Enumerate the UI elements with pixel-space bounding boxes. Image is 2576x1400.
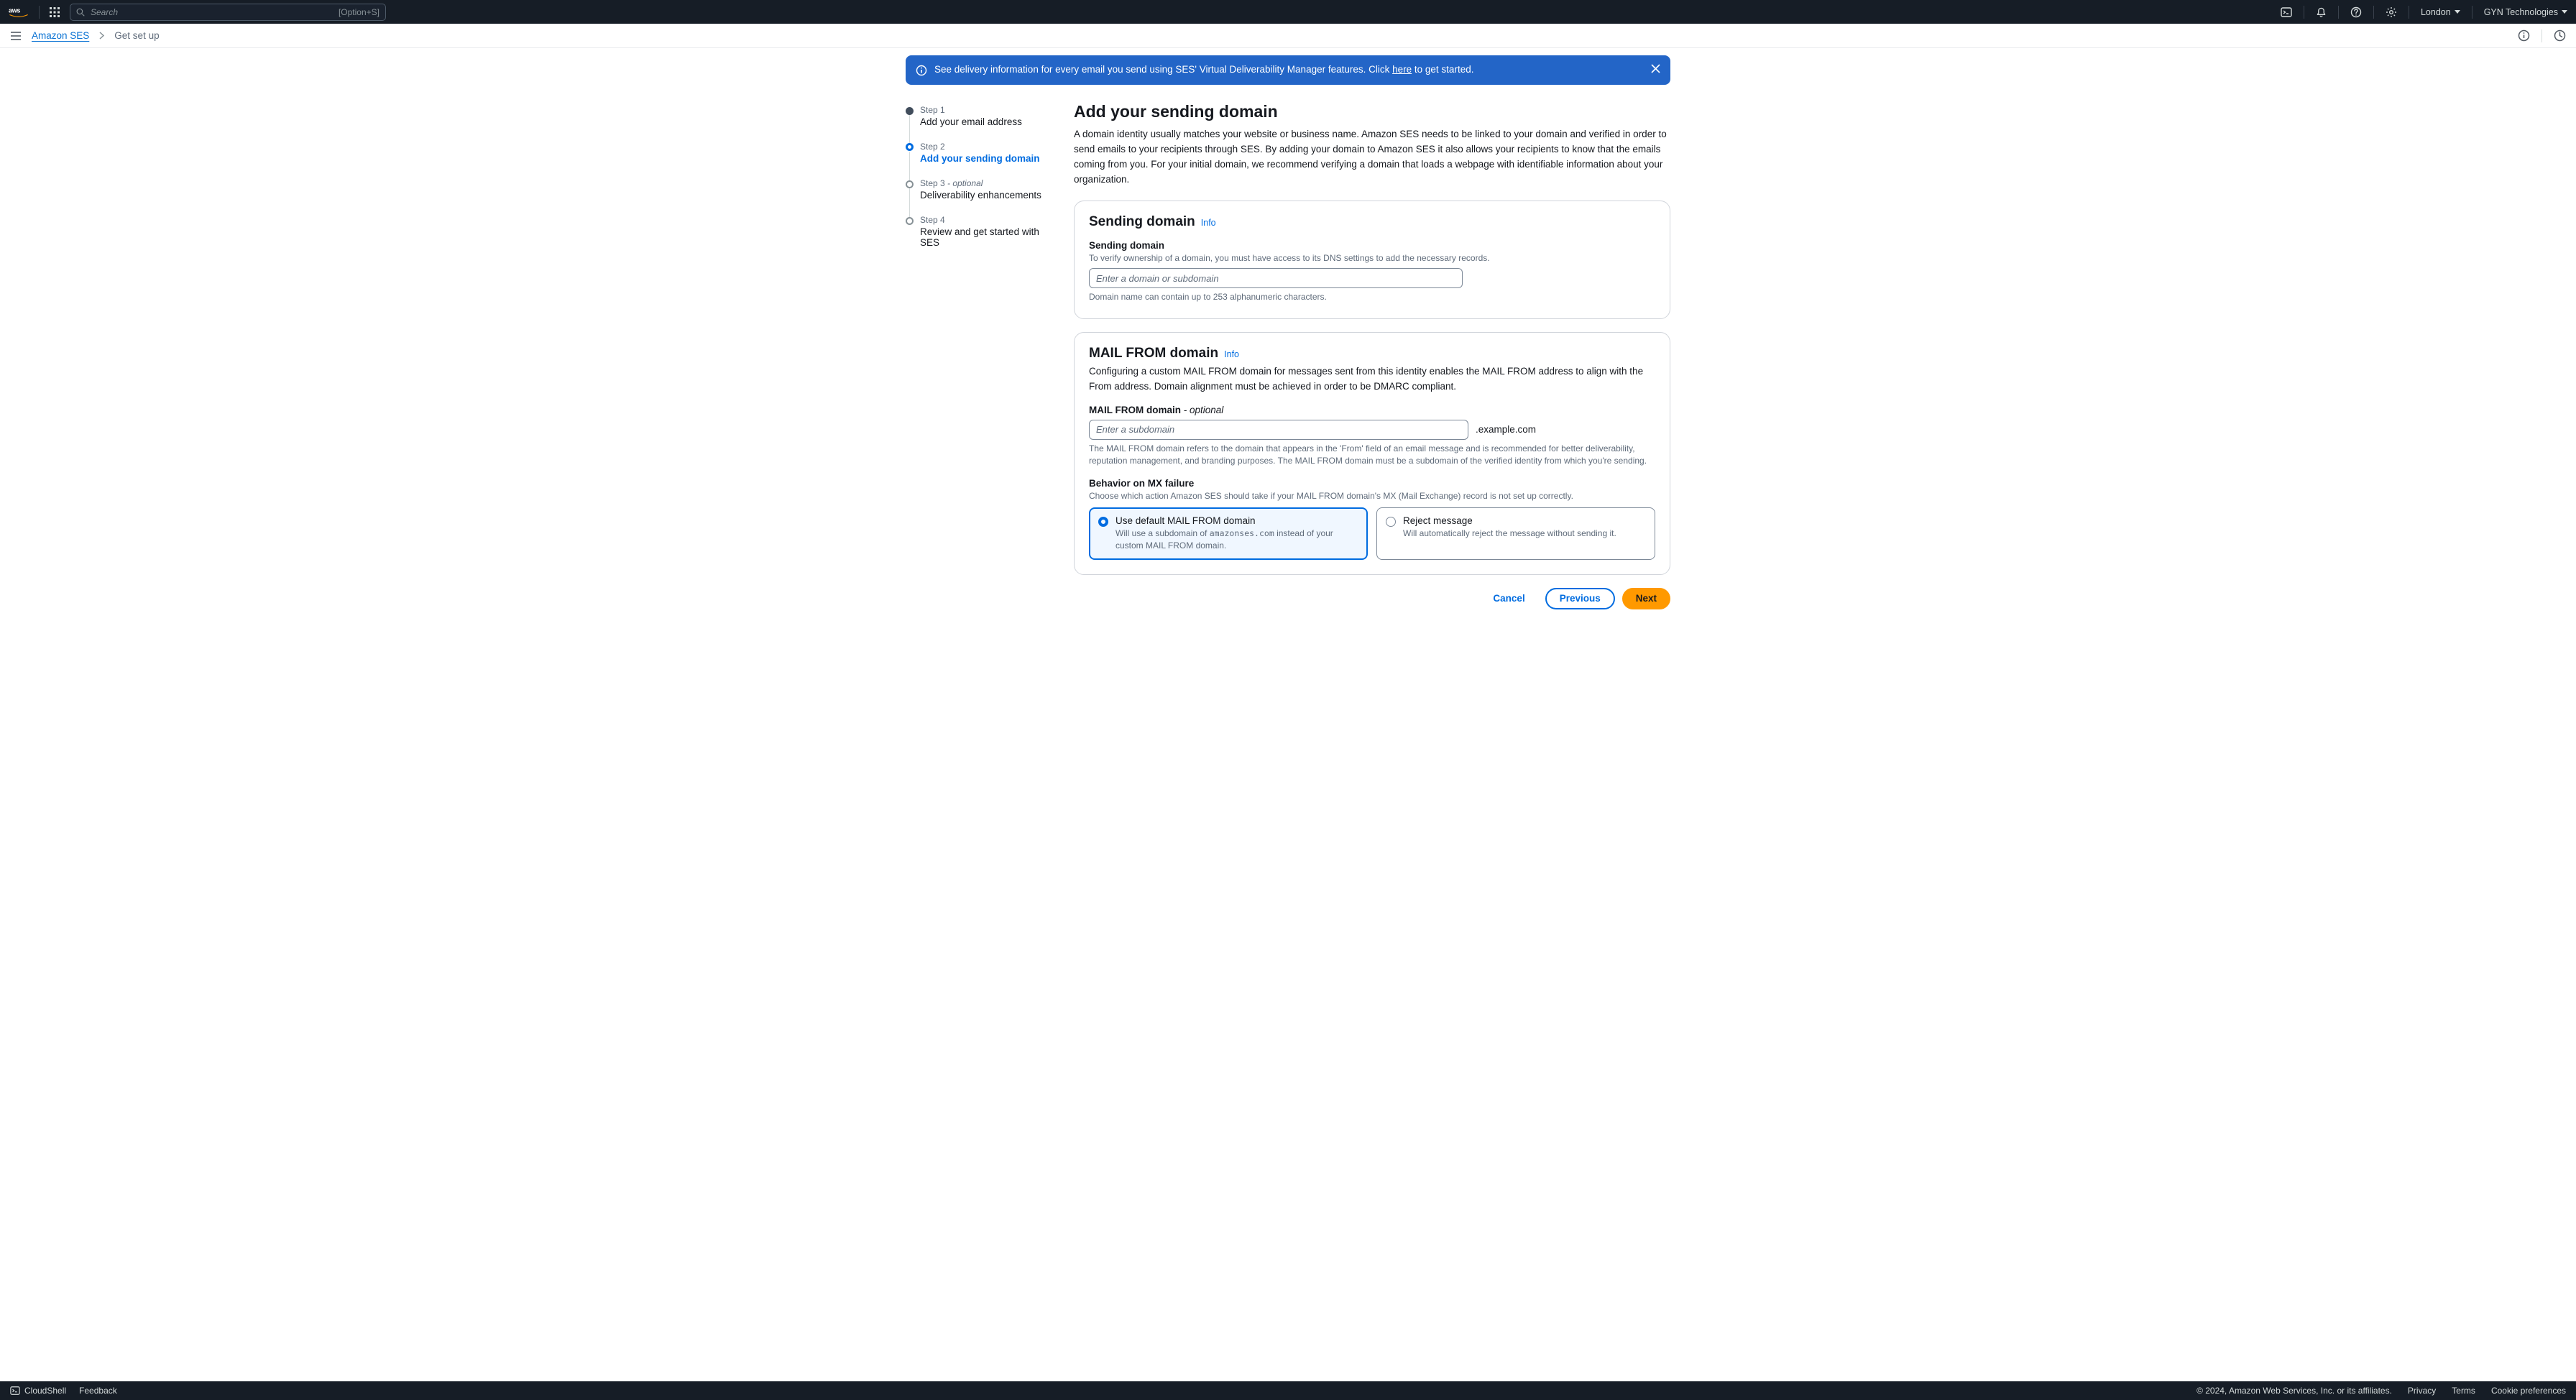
- global-search[interactable]: Search [Option+S]: [70, 4, 386, 21]
- radio-desc: Will use a subdomain of amazonses.com in…: [1116, 528, 1358, 552]
- page-title: Add your sending domain: [1074, 102, 1670, 121]
- sending-domain-input[interactable]: [1089, 268, 1463, 288]
- help-icon[interactable]: [2350, 6, 2362, 18]
- caret-down-icon: [2455, 10, 2460, 14]
- terms-link[interactable]: Terms: [2452, 1386, 2475, 1396]
- main-content: Add your sending domain A domain identit…: [1074, 102, 1670, 609]
- radio-title: Reject message: [1403, 515, 1616, 526]
- field-help: Domain name can contain up to 253 alphan…: [1089, 291, 1655, 303]
- notifications-icon[interactable]: [2316, 6, 2327, 18]
- breadcrumb-sep: [99, 32, 104, 40]
- info-panel-icon[interactable]: [2518, 29, 2530, 42]
- info-icon: [916, 65, 927, 76]
- services-grid-icon[interactable]: [50, 7, 60, 17]
- card-title: MAIL FROM domain: [1089, 346, 1218, 361]
- field-label: Sending domain: [1089, 240, 1655, 251]
- radio-desc: Will automatically reject the message wi…: [1403, 528, 1616, 540]
- mx-hint: Choose which action Amazon SES should ta…: [1089, 490, 1655, 502]
- banner-link[interactable]: here: [1392, 64, 1412, 75]
- cloudshell-link[interactable]: CloudShell: [10, 1386, 66, 1396]
- wizard-steps: Step 1 Add your email address Step 2 Add…: [906, 102, 1058, 609]
- step-1: Step 1 Add your email address: [906, 105, 1058, 142]
- step-4: Step 4 Review and get started with SES: [906, 215, 1058, 262]
- sending-domain-card: Sending domain Info Sending domain To ve…: [1074, 201, 1670, 319]
- banner-text: See delivery information for every email…: [934, 64, 1473, 75]
- region-selector[interactable]: London: [2421, 7, 2460, 17]
- privacy-link[interactable]: Privacy: [2408, 1386, 2436, 1396]
- copyright: © 2024, Amazon Web Services, Inc. or its…: [2196, 1386, 2392, 1396]
- account-label: GYN Technologies: [2484, 7, 2558, 17]
- search-placeholder: Search: [91, 7, 118, 17]
- step-title: Deliverability enhancements: [920, 190, 1058, 201]
- page: See delivery information for every email…: [0, 48, 2576, 645]
- hamburger-icon[interactable]: [10, 31, 22, 41]
- svg-text:aws: aws: [9, 6, 20, 14]
- previous-button[interactable]: Previous: [1545, 588, 1615, 609]
- top-nav: aws Search [Option+S] London GYN Technol…: [0, 0, 2576, 24]
- step-label: Step 4: [920, 215, 1058, 225]
- radio-title: Use default MAIL FROM domain: [1116, 515, 1358, 526]
- step-dot-pending: [906, 217, 914, 225]
- cloudshell-label: CloudShell: [24, 1386, 66, 1396]
- field-help: The MAIL FROM domain refers to the domai…: [1089, 443, 1655, 468]
- cookies-link[interactable]: Cookie preferences: [2491, 1386, 2566, 1396]
- search-shortcut: [Option+S]: [339, 7, 380, 17]
- cloudshell-icon[interactable]: [2281, 6, 2292, 18]
- breadcrumb-current: Get set up: [114, 30, 159, 41]
- divider: [39, 6, 40, 19]
- radio-icon: [1386, 517, 1396, 527]
- next-button[interactable]: Next: [1622, 588, 1670, 609]
- step-3: Step 3 - optional Deliverability enhance…: [906, 178, 1058, 215]
- step-label: Step 2: [920, 142, 1058, 152]
- step-dot-current: [906, 143, 914, 151]
- refresh-icon[interactable]: [2554, 29, 2566, 42]
- mx-label: Behavior on MX failure: [1089, 478, 1655, 489]
- mailfrom-input[interactable]: [1089, 420, 1468, 440]
- divider: [2338, 6, 2339, 19]
- breadcrumb-root[interactable]: Amazon SES: [32, 30, 89, 41]
- top-nav-right: London GYN Technologies: [2281, 6, 2567, 19]
- settings-icon[interactable]: [2386, 6, 2397, 18]
- radio-icon: [1098, 517, 1108, 527]
- field-label: MAIL FROM domain - optional: [1089, 405, 1655, 415]
- mailfrom-suffix: .example.com: [1476, 424, 1536, 435]
- breadcrumb-bar: Amazon SES Get set up: [0, 24, 2576, 48]
- info-link[interactable]: Info: [1201, 218, 1216, 228]
- caret-down-icon: [2562, 10, 2567, 14]
- footer: CloudShell Feedback © 2024, Amazon Web S…: [0, 1381, 2576, 1400]
- step-label: Step 1: [920, 105, 1058, 115]
- feedback-link[interactable]: Feedback: [79, 1386, 117, 1396]
- step-title: Add your sending domain: [920, 153, 1058, 164]
- mx-option-default[interactable]: Use default MAIL FROM domain Will use a …: [1089, 507, 1368, 560]
- divider: [2373, 6, 2374, 19]
- info-banner: See delivery information for every email…: [906, 55, 1670, 85]
- banner-close-icon[interactable]: [1644, 64, 1660, 73]
- account-selector[interactable]: GYN Technologies: [2484, 7, 2567, 17]
- breadcrumb-actions: [2518, 29, 2566, 42]
- step-2: Step 2 Add your sending domain: [906, 142, 1058, 178]
- wizard-buttons: Cancel Previous Next: [1074, 588, 1670, 609]
- mailfrom-card: MAIL FROM domain Info Configuring a cust…: [1074, 332, 1670, 575]
- info-link[interactable]: Info: [1224, 349, 1239, 359]
- step-dot-done: [906, 107, 914, 115]
- step-label: Step 3 - optional: [920, 178, 1058, 188]
- aws-logo[interactable]: aws: [9, 6, 29, 19]
- step-title: Add your email address: [920, 116, 1058, 127]
- card-subtitle: Configuring a custom MAIL FROM domain fo…: [1089, 364, 1655, 395]
- cancel-button[interactable]: Cancel: [1480, 588, 1537, 609]
- step-title: Review and get started with SES: [920, 226, 1058, 248]
- mx-option-reject[interactable]: Reject message Will automatically reject…: [1376, 507, 1655, 560]
- step-dot-pending: [906, 180, 914, 188]
- region-label: London: [2421, 7, 2451, 17]
- page-lead: A domain identity usually matches your w…: [1074, 127, 1670, 188]
- card-title: Sending domain: [1089, 214, 1195, 230]
- field-hint: To verify ownership of a domain, you mus…: [1089, 252, 1655, 264]
